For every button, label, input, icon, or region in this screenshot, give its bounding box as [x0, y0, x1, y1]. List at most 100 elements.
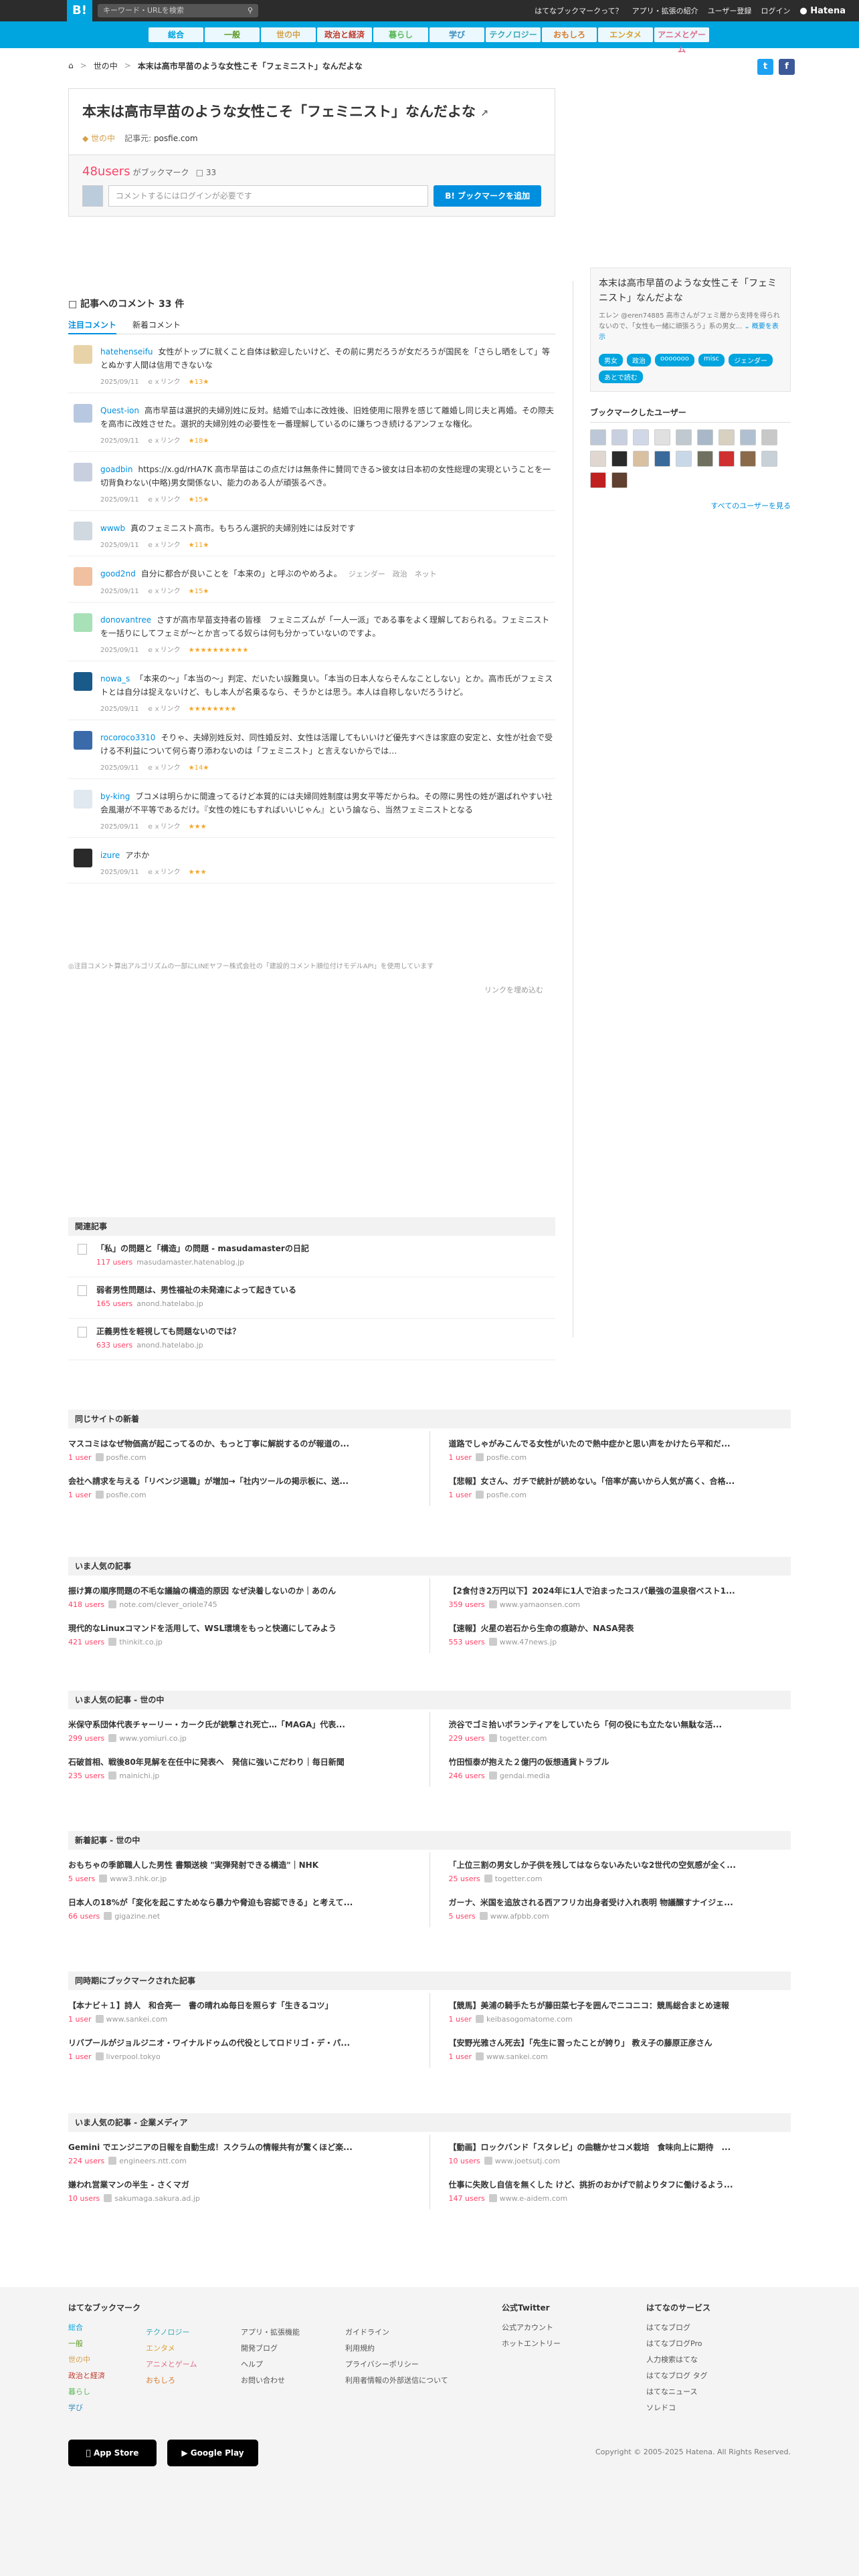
- bookmark-user-avatar[interactable]: [697, 451, 713, 467]
- footer-link[interactable]: はてなブログ タグ: [646, 2368, 710, 2384]
- article-domain[interactable]: liverpool.tokyo: [106, 2052, 161, 2061]
- tag-chip[interactable]: 男女: [599, 354, 623, 366]
- comment-stars[interactable]: ★15★: [189, 588, 209, 595]
- article-item[interactable]: 米保守系団体代表チャーリー・カーク氏が銃撃され死亡…「MAGA」代表... 299…: [68, 1712, 411, 1749]
- related-users[interactable]: 165 users: [96, 1299, 132, 1308]
- twitter-share-icon[interactable]: t: [757, 59, 773, 75]
- article-title[interactable]: おもちゃの季節職人した男性 書類送検 "実弾発射できる構造"｜NHK: [68, 1859, 411, 1870]
- article-title[interactable]: 米保守系団体代表チャーリー・カーク氏が銃撃され死亡…「MAGA」代表...: [68, 1719, 411, 1730]
- tab-category-5[interactable]: 学び: [430, 27, 484, 42]
- article-users[interactable]: 1 user: [449, 1491, 472, 1499]
- article-item[interactable]: 仕事に失敗し自信を無くした けど、挑折のおかげで前よりタフに働けるよう... 14…: [449, 2172, 791, 2210]
- comment-stars[interactable]: ★★★★★★★★★★: [189, 647, 249, 654]
- bookmark-user-avatar[interactable]: [719, 451, 735, 467]
- comment-date[interactable]: 2025/09/11: [100, 588, 139, 595]
- tab-featured-comments[interactable]: 注目コメント: [68, 317, 117, 334]
- footer-link[interactable]: はてなブログPro: [646, 2336, 710, 2352]
- all-users-link[interactable]: すべてのユーザーを見る: [590, 500, 791, 511]
- article-users[interactable]: 10 users: [449, 2157, 480, 2165]
- article-item[interactable]: 日本人の18%が「変化を起こすためなら暴力や脅迫も容認できる」と考えて... 66…: [68, 1890, 411, 1927]
- article-domain[interactable]: gendai.media: [500, 1772, 550, 1780]
- article-title[interactable]: 渋谷でゴミ拾いボランティアをしていたら「何の役にも立たない無駄な活...: [449, 1719, 791, 1730]
- related-item[interactable]: 「私」の問題と「構造」の問題 - masudamasterの日記 117 user…: [68, 1236, 555, 1277]
- comment-permalink[interactable]: ｅｘリンク: [147, 869, 181, 876]
- hatebu-logo[interactable]: B!: [67, 0, 92, 21]
- tab-category-7[interactable]: おもしろ: [542, 27, 597, 42]
- comment-date[interactable]: 2025/09/11: [100, 496, 139, 504]
- comment-stars[interactable]: ★11★: [189, 542, 209, 549]
- bookmark-user-avatar[interactable]: [740, 451, 756, 467]
- article-item[interactable]: 会社へ請求を与える「リベンジ退職」が増加→「社内ツールの掲示板に、送... 1 u…: [68, 1469, 411, 1506]
- article-item[interactable]: 【安野光雅さん死去】「先生に習ったことが誇り」 教え子の藤原正彦さん 1 user…: [449, 2030, 791, 2068]
- footer-link[interactable]: 一般: [68, 2336, 140, 2352]
- comment-user[interactable]: wwwb: [100, 524, 125, 533]
- comment-stars[interactable]: ★13★: [189, 379, 209, 386]
- comment-permalink[interactable]: ｅｘリンク: [147, 588, 181, 595]
- bookmark-user-avatar[interactable]: [611, 451, 628, 467]
- avatar[interactable]: [74, 790, 92, 809]
- related-domain[interactable]: anond.hatelabo.jp: [136, 1341, 203, 1350]
- avatar[interactable]: [74, 463, 92, 481]
- article-users[interactable]: 10 users: [68, 2194, 100, 2203]
- comment-date[interactable]: 2025/09/11: [100, 764, 139, 772]
- avatar[interactable]: [74, 404, 92, 423]
- entry-category[interactable]: ◆ 世の中: [82, 132, 115, 144]
- add-bookmark-button[interactable]: B! ブックマークを追加: [434, 185, 541, 207]
- article-domain[interactable]: www.sankei.com: [486, 2052, 548, 2061]
- bookmark-user-avatar[interactable]: [654, 451, 670, 467]
- article-title[interactable]: 【本ナビ＋１】詩人 和合亮一 書の晴れぬ毎日を照らす「生きるコツ」: [68, 2000, 411, 2011]
- article-item[interactable]: 【競馬】美浦の騎手たちが藤田菜七子を囲んでニコニコ：競馬総合まとめ速報 1 use…: [449, 1993, 791, 2030]
- article-domain[interactable]: sakumaga.sakura.ad.jp: [114, 2194, 200, 2203]
- comment-permalink[interactable]: ｅｘリンク: [147, 706, 181, 713]
- footer-link[interactable]: 暮らし: [68, 2384, 140, 2400]
- google-play-button[interactable]: ▶ Google Play: [167, 2440, 258, 2466]
- bookmark-user-avatar[interactable]: [697, 429, 713, 445]
- app-store-button[interactable]:  App Store: [68, 2440, 157, 2466]
- bookmark-user-avatar[interactable]: [676, 429, 692, 445]
- bookmark-user-avatar[interactable]: [590, 429, 606, 445]
- comment-permalink[interactable]: ｅｘリンク: [147, 379, 181, 386]
- article-domain[interactable]: posfie.com: [486, 1453, 527, 1462]
- breadcrumb-category[interactable]: 世の中: [94, 60, 118, 72]
- article-title[interactable]: マスコミはなぜ物価高が起こってるのか、もっと丁寧に解説するのが報道の...: [68, 1438, 411, 1449]
- article-domain[interactable]: posfie.com: [106, 1453, 147, 1462]
- article-item[interactable]: 【動画】ロックバンド「スタレビ」の曲糖かせコメ栽培 食味向上に期待 ... 10 …: [449, 2135, 791, 2172]
- article-item[interactable]: 【本ナビ＋１】詩人 和合亮一 書の晴れぬ毎日を照らす「生きるコツ」 1 user w…: [68, 1993, 411, 2030]
- article-item[interactable]: 「上位三割の男女しか子供を残してはならないみたいな2世代の空気感が全く... 25…: [449, 1852, 791, 1890]
- article-domain[interactable]: engineers.ntt.com: [119, 2157, 187, 2165]
- comment-permalink[interactable]: ｅｘリンク: [147, 542, 181, 549]
- entry-title[interactable]: 本末は高市早苗のような女性こそ「フェミニスト」なんだよな ↗: [82, 101, 541, 124]
- article-title[interactable]: 嫌われ営業マンの半生 - さくマガ: [68, 2179, 411, 2190]
- comment-stars[interactable]: ★★★: [189, 823, 207, 831]
- footer-link[interactable]: 総合: [68, 2320, 140, 2336]
- apps-link[interactable]: アプリ・拡張の紹介: [632, 5, 698, 16]
- article-title[interactable]: 日本人の18%が「変化を起こすためなら暴力や脅迫も容認できる」と考えて...: [68, 1897, 411, 1908]
- article-domain[interactable]: posfie.com: [486, 1491, 527, 1499]
- bookmark-user-avatar[interactable]: [676, 451, 692, 467]
- embed-link[interactable]: リンクを埋め込む: [484, 984, 543, 995]
- article-domain[interactable]: www.joetsutj.com: [495, 2157, 560, 2165]
- avatar[interactable]: [74, 849, 92, 867]
- avatar[interactable]: [74, 522, 92, 540]
- article-title[interactable]: 現代的なLinuxコマンドを活用して、WSL環境をもっと快適にしてみよう: [68, 1622, 411, 1634]
- footer-link[interactable]: 利用規約: [345, 2341, 448, 2357]
- comment-permalink[interactable]: ｅｘリンク: [147, 496, 181, 504]
- tag-chip[interactable]: misc: [698, 354, 725, 366]
- tab-category-4[interactable]: 暮らし: [373, 27, 428, 42]
- article-domain[interactable]: www.sankei.com: [106, 2015, 168, 2024]
- footer-link[interactable]: ガイドライン: [345, 2325, 448, 2341]
- article-domain[interactable]: mainichi.jp: [119, 1772, 159, 1780]
- avatar[interactable]: [74, 672, 92, 691]
- related-title[interactable]: 正義男性を軽視しても問題ないのでは？: [96, 1325, 555, 1337]
- article-users[interactable]: 66 users: [68, 1912, 100, 1921]
- comment-date[interactable]: 2025/09/11: [100, 542, 139, 549]
- article-title[interactable]: 振け算の順序問題の不毛な議論の構造的原因 なぜ決着しないのか｜あのん: [68, 1585, 411, 1596]
- tab-category-8[interactable]: エンタメ: [598, 27, 653, 42]
- comment-user[interactable]: by-king: [100, 792, 130, 801]
- footer-link[interactable]: エンタメ: [146, 2341, 197, 2357]
- tab-new-comments[interactable]: 新着コメント: [132, 317, 181, 334]
- article-users[interactable]: 1 user: [449, 2015, 472, 2024]
- article-users[interactable]: 299 users: [68, 1734, 104, 1743]
- footer-link[interactable]: プライバシーポリシー: [345, 2357, 448, 2373]
- tab-category-3[interactable]: 政治と経済: [317, 27, 372, 42]
